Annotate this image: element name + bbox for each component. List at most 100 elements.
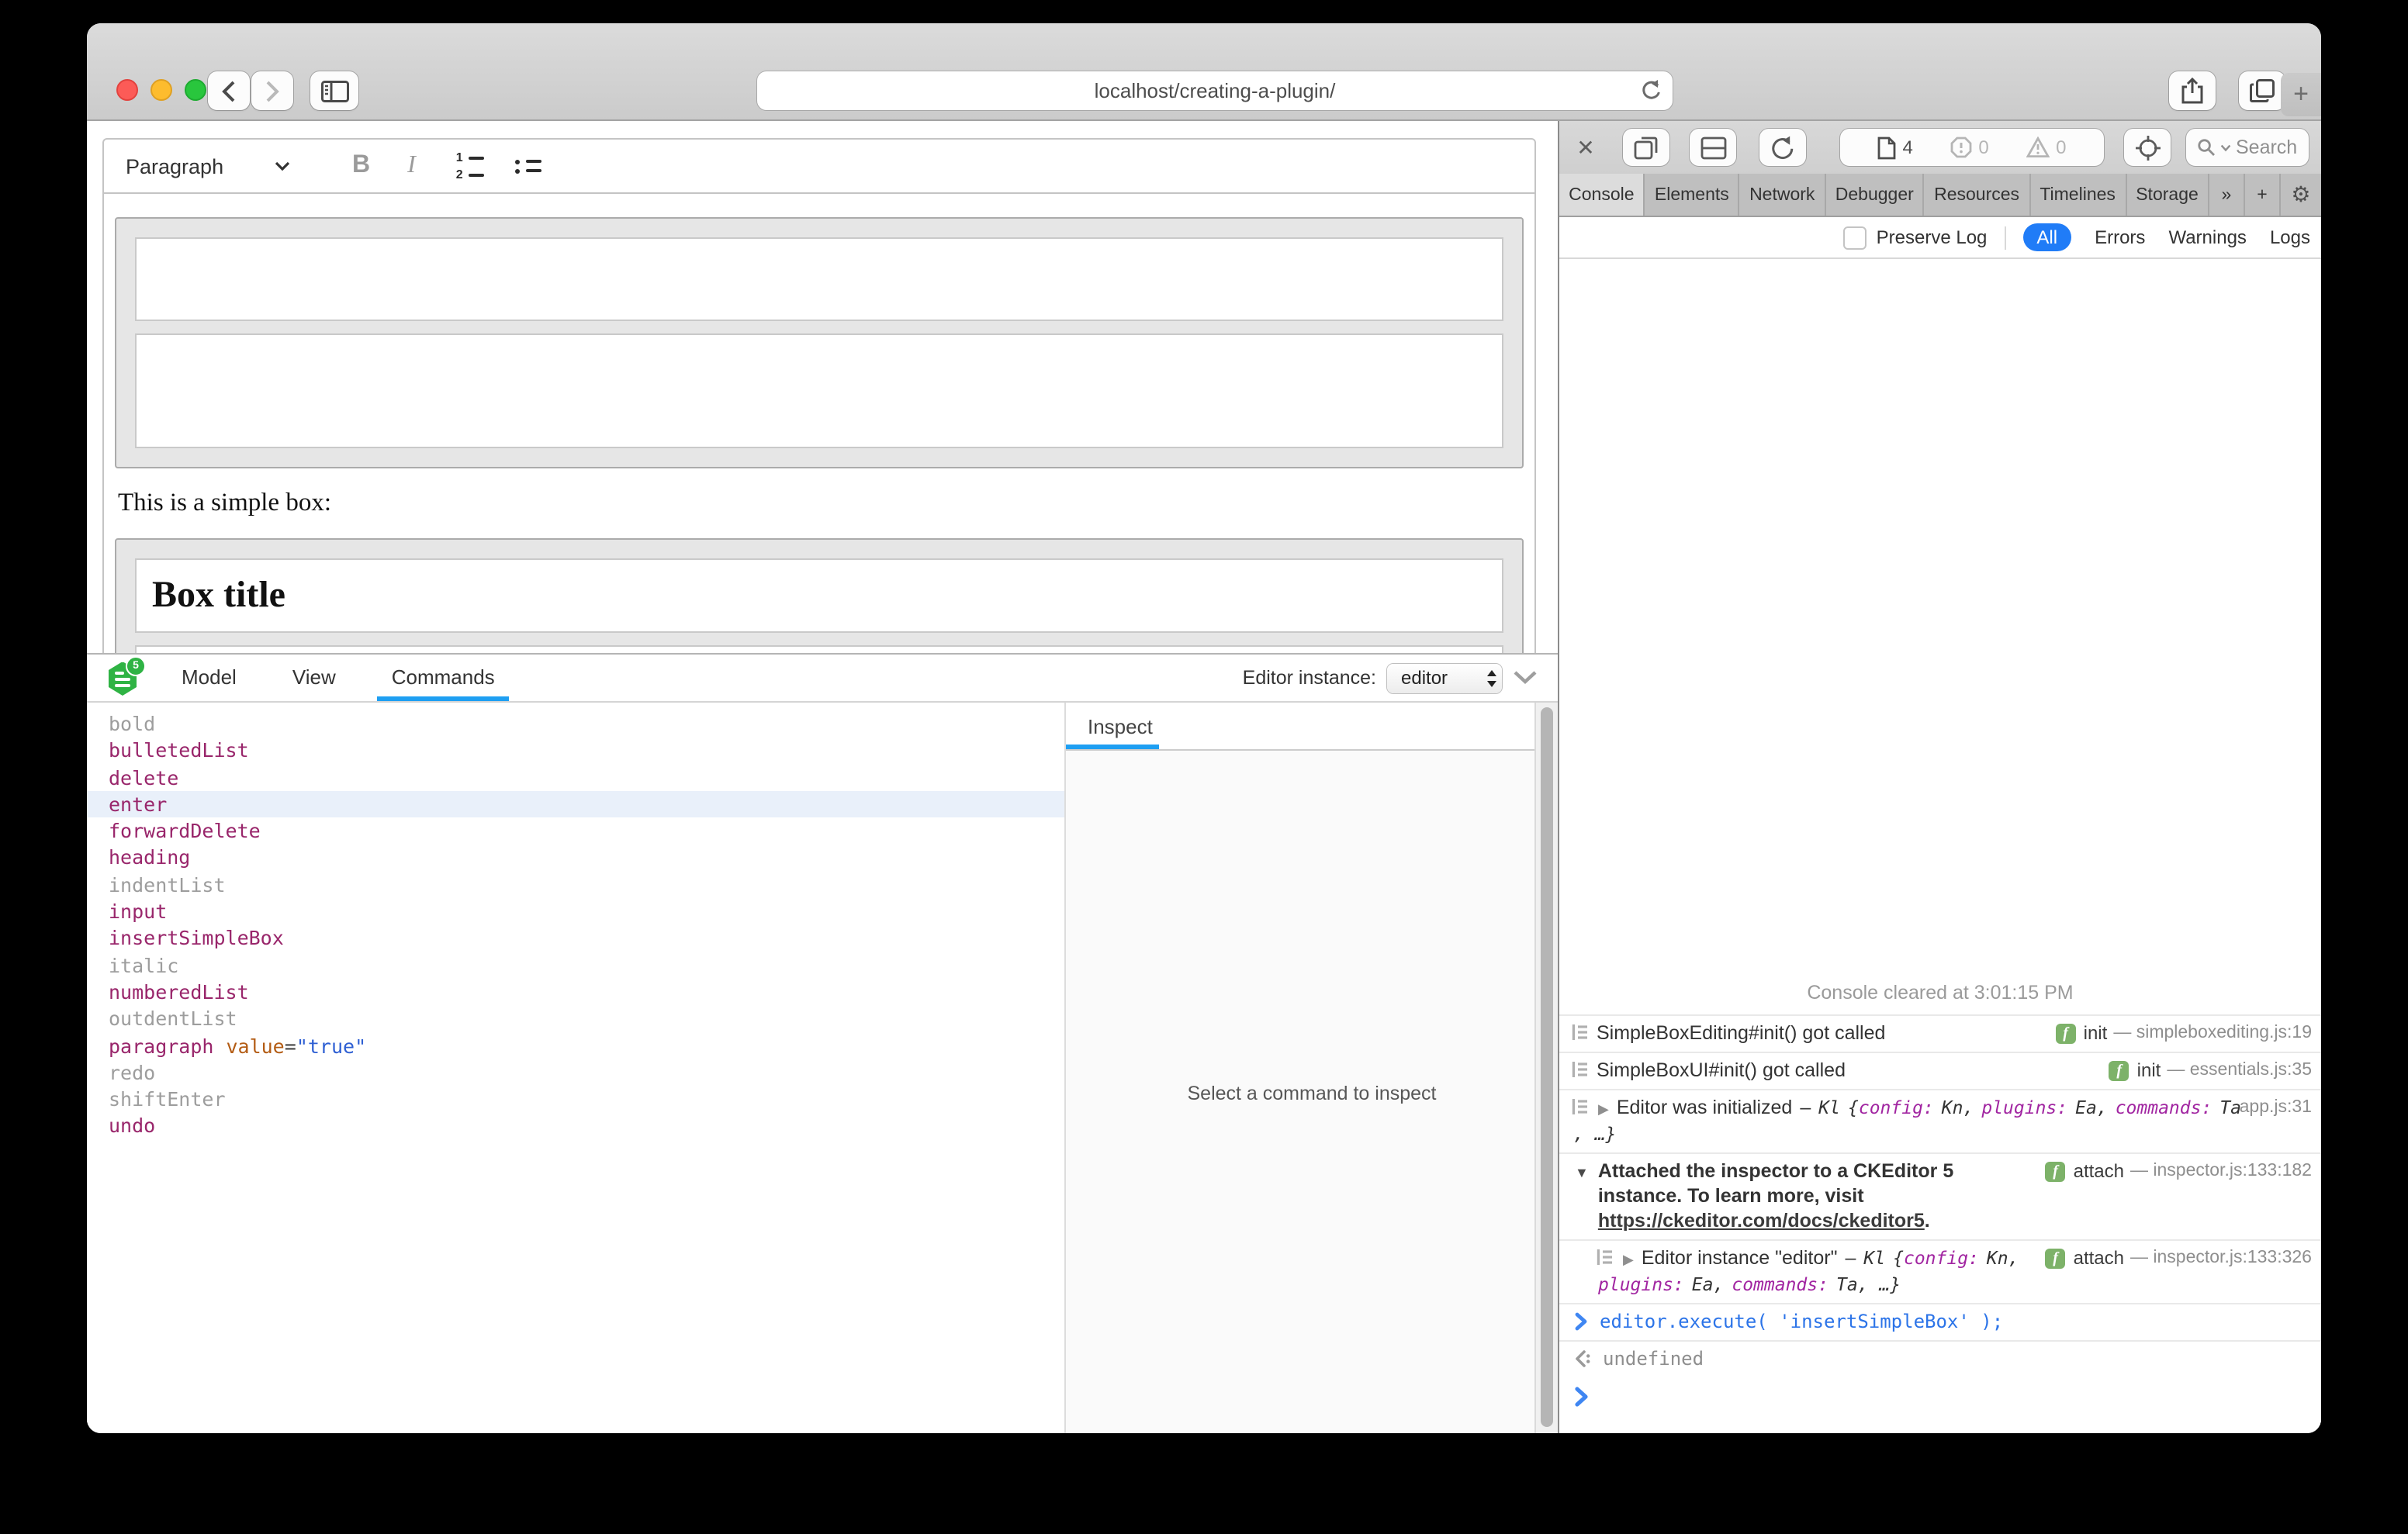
log-location[interactable]: f attach — inspector.js:133:182 <box>2046 1159 2312 1183</box>
command-row[interactable]: shiftEnter <box>87 1086 1064 1113</box>
command-row[interactable]: outdentList <box>87 1006 1064 1033</box>
disclosure-triangle-icon[interactable]: ▶ <box>1623 1252 1634 1267</box>
paragraph-text[interactable]: This is a simple box: <box>118 487 1521 518</box>
executed-command[interactable]: editor.execute( 'insertSimpleBox' ); <box>1600 1309 2003 1334</box>
new-tab-button[interactable]: + <box>2281 73 2321 116</box>
heading-dropdown[interactable]: Paragraph <box>126 154 275 178</box>
filter-warnings[interactable]: Warnings <box>2168 226 2247 248</box>
box-title-heading[interactable]: Box title <box>152 575 285 617</box>
disclosure-triangle-open-icon[interactable]: ▼ <box>1575 1160 1589 1185</box>
close-window-button[interactable] <box>116 79 138 101</box>
command-row[interactable]: italic <box>87 952 1064 979</box>
add-tab-button[interactable]: + <box>2245 174 2281 216</box>
console-result-row[interactable]: undefined <box>1559 1340 2321 1377</box>
command-row[interactable]: indentList <box>87 872 1064 899</box>
share-icon <box>2181 78 2203 104</box>
filter-all[interactable]: All <box>2022 223 2071 251</box>
browser-titlebar: localhost/creating-a-plugin/ + <box>87 23 2321 121</box>
screenshot-stage: localhost/creating-a-plugin/ + Paragraph <box>0 0 2408 1534</box>
bold-button[interactable]: B <box>352 152 370 180</box>
collapse-inspector-button[interactable] <box>1513 670 1538 684</box>
element-picker-button[interactable] <box>2124 129 2171 166</box>
page-count-item[interactable]: 4 <box>1877 136 1912 159</box>
console-log-row[interactable]: SimpleBoxUI#init() got called f init — e… <box>1559 1052 2321 1089</box>
console-log-icon <box>1572 1061 1587 1078</box>
console-log-row-expandable[interactable]: ▶Editor was initialized–Kl{config:Kn,plu… <box>1559 1089 2321 1152</box>
simple-box-widget-selected[interactable] <box>115 217 1524 468</box>
resource-status-group[interactable]: 4 0 0 <box>1840 129 2104 166</box>
tabs-overflow-button[interactable]: » <box>2209 174 2245 216</box>
tab-commands[interactable]: Commands <box>378 655 509 701</box>
warning-count-item[interactable]: 0 <box>2026 136 2066 158</box>
close-devtools-button[interactable]: ✕ <box>1572 136 1600 158</box>
bulleted-list-button[interactable] <box>514 159 541 173</box>
command-row[interactable]: input <box>87 898 1064 925</box>
prompt-chevron-icon <box>1575 1387 1589 1407</box>
scrollbar[interactable] <box>1534 703 1558 1433</box>
editor-instance-select[interactable]: editor <box>1387 663 1502 693</box>
command-row[interactable]: insertSimpleBox <box>87 925 1064 952</box>
filter-logs[interactable]: Logs <box>2270 226 2310 248</box>
dock-side-button[interactable] <box>1623 129 1669 166</box>
simple-box-title-field[interactable] <box>135 237 1503 321</box>
select-stepper-icon <box>1486 669 1497 686</box>
log-location[interactable]: f attach — inspector.js:133:326 <box>2046 1246 2312 1270</box>
tab-view[interactable]: View <box>279 655 350 701</box>
tab-elements[interactable]: Elements <box>1645 174 1740 216</box>
tab-console[interactable]: Console <box>1559 174 1645 216</box>
tab-timelines[interactable]: Timelines <box>2030 174 2126 216</box>
command-row[interactable]: heading <box>87 845 1064 872</box>
console-input-line[interactable] <box>1559 1377 2321 1433</box>
dock-bottom-button[interactable] <box>1690 129 1736 166</box>
console-panel[interactable]: Console cleared at 3:01:15 PM SimpleBoxE… <box>1559 259 2321 1433</box>
tab-inspect[interactable]: Inspect <box>1066 714 1153 738</box>
command-row[interactable]: numberedList <box>87 979 1064 1006</box>
inspect-pane: Inspect Select a command to inspect <box>1064 703 1558 1433</box>
command-row[interactable]: bold <box>87 710 1064 738</box>
tab-storage[interactable]: Storage <box>2126 174 2209 216</box>
log-location[interactable]: f init — simpleboxediting.js:19 <box>2056 1021 2312 1045</box>
reload-icon[interactable] <box>1640 78 1662 102</box>
tab-model[interactable]: Model <box>168 655 251 701</box>
tab-network[interactable]: Network <box>1740 174 1826 216</box>
command-row[interactable]: paragraphvalue="true" <box>87 1032 1064 1059</box>
reload-page-button[interactable] <box>1759 129 1806 166</box>
console-log-row[interactable]: SimpleBoxEditing#init() got called f ini… <box>1559 1014 2321 1052</box>
command-row[interactable]: undo <box>87 1113 1064 1140</box>
command-row-selected[interactable]: enter <box>87 791 1064 818</box>
ckeditor-docs-link[interactable]: https://ckeditor.com/docs/ckeditor5 <box>1598 1210 1925 1232</box>
share-button[interactable] <box>2169 71 2216 110</box>
search-placeholder: Search <box>2236 136 2297 158</box>
log-location[interactable]: f init — essentials.js:35 <box>2109 1058 2312 1083</box>
minimize-window-button[interactable] <box>150 79 172 101</box>
chevron-down-icon[interactable] <box>275 161 290 171</box>
simple-box-title-field[interactable]: Box title <box>135 558 1503 633</box>
settings-gear-icon[interactable]: ⚙ <box>2281 174 2321 216</box>
forward-button[interactable] <box>251 71 293 110</box>
zoom-window-button[interactable] <box>185 79 206 101</box>
numbered-list-button[interactable]: 1 2 <box>456 151 484 181</box>
filter-errors[interactable]: Errors <box>2095 226 2145 248</box>
tab-overview-button[interactable] <box>2239 71 2285 110</box>
error-count-item[interactable]: 0 <box>1950 136 1988 158</box>
console-log-row-nested[interactable]: ▶Editor instance "editor"–Kl{config:Kn, … <box>1559 1239 2321 1303</box>
address-bar[interactable]: localhost/creating-a-plugin/ <box>757 71 1673 110</box>
console-command-row[interactable]: editor.execute( 'insertSimpleBox' ); <box>1559 1303 2321 1340</box>
preserve-log-checkbox[interactable] <box>1844 226 1867 249</box>
devtools-search-field[interactable]: Search <box>2186 129 2309 166</box>
console-log-row-expanded[interactable]: ▼ Attached the inspector to a CKEditor 5… <box>1559 1152 2321 1239</box>
log-location[interactable]: app.js:31 <box>2240 1095 2312 1120</box>
tab-debugger[interactable]: Debugger <box>1826 174 1925 216</box>
ckeditor-inspector-panel: 5 Model View Commands Editor instance: e… <box>87 653 1558 1433</box>
command-row[interactable]: redo <box>87 1059 1064 1087</box>
command-row[interactable]: bulletedList <box>87 738 1064 765</box>
simple-box-description-field[interactable] <box>135 333 1503 448</box>
italic-button[interactable]: I <box>407 152 416 180</box>
command-row[interactable]: forwardDelete <box>87 817 1064 845</box>
disclosure-triangle-icon[interactable]: ▶ <box>1598 1101 1609 1117</box>
scrollbar-thumb[interactable] <box>1541 707 1553 1427</box>
sidebar-toggle-button[interactable] <box>310 71 358 110</box>
tab-resources[interactable]: Resources <box>1925 174 2030 216</box>
command-row[interactable]: delete <box>87 764 1064 791</box>
back-button[interactable] <box>208 71 250 110</box>
